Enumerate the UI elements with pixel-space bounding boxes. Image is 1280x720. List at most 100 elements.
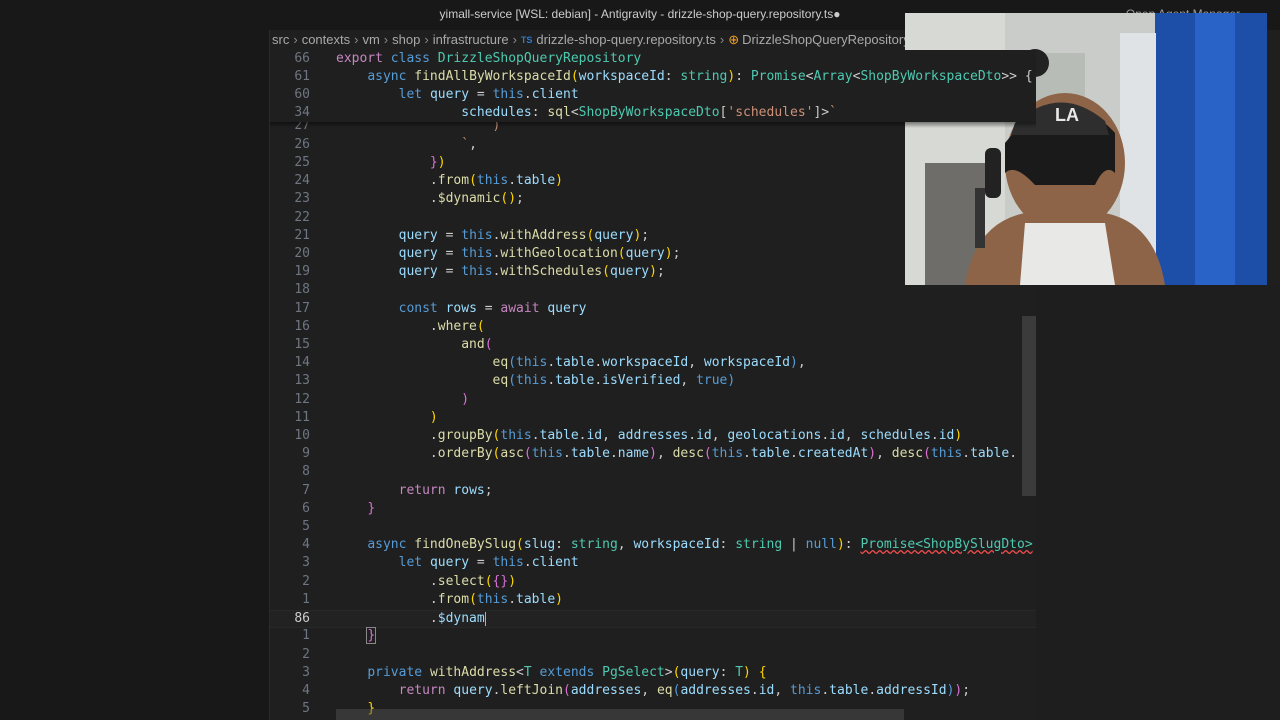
code-row[interactable]: 3 private withAddress<T extends PgSelect…	[270, 664, 1036, 682]
sticky-scroll-line[interactable]: 61 async findAllByWorkspaceId(workspaceI…	[270, 68, 1036, 86]
breadcrumb-item-file[interactable]: drizzle-shop-query.repository.ts	[536, 30, 715, 50]
code-line: let query = this.client	[398, 87, 579, 102]
breadcrumb-item-contexts[interactable]: contexts	[302, 30, 350, 50]
chevron-right-icon: ›	[293, 32, 298, 47]
code-line: export class DrizzleShopQueryRepository	[336, 51, 642, 66]
code-line: async findAllByWorkspaceId(workspaceId: …	[367, 69, 1033, 84]
breadcrumb-item-shop[interactable]: shop	[392, 30, 420, 50]
line-number: 34	[294, 105, 310, 120]
line-number: 5	[302, 519, 310, 534]
code-line: and(	[461, 337, 493, 352]
line-number: 66	[294, 51, 310, 66]
code-line: query = this.withSchedules(query);	[398, 264, 665, 279]
line-number: 2	[302, 574, 310, 589]
breadcrumb-item-src[interactable]: src	[272, 30, 289, 50]
code-line: eq(this.table.workspaceId, workspaceId),	[492, 355, 806, 370]
line-number: 12	[294, 392, 310, 407]
code-row[interactable]: 6 }	[270, 500, 1036, 518]
text-cursor	[484, 611, 486, 626]
horizontal-scrollbar[interactable]	[336, 709, 904, 720]
chevron-right-icon: ›	[424, 32, 429, 47]
code-line: .from(this.table)	[336, 592, 563, 607]
svg-text:LA: LA	[1055, 105, 1079, 125]
code-row[interactable]: 4 return query.leftJoin(addresses, eq(ad…	[270, 682, 1036, 700]
code-row[interactable]: 8	[270, 463, 1036, 481]
code-line: private withAddress<T extends PgSelect>(…	[367, 665, 767, 680]
sticky-scroll-line[interactable]: 34 schedules: sql<ShopByWorkspaceDto['sc…	[270, 104, 1036, 122]
line-number: 23	[294, 191, 310, 206]
code-row[interactable]: 2	[270, 646, 1036, 664]
current-line[interactable]: 86 .$dynam	[270, 610, 1036, 628]
code-line: .orderBy(asc(this.table.name), desc(this…	[336, 446, 1018, 461]
code-line: )	[429, 410, 438, 425]
code-line: eq(this.table.isVerified, true)	[492, 373, 736, 388]
code-line: let query = this.client	[398, 555, 579, 570]
code-row[interactable]: 2 .select({})	[270, 573, 1036, 591]
code-line: .from(this.table)	[336, 173, 563, 188]
code-row[interactable]: 4 async findOneBySlug(slug: string, work…	[270, 536, 1036, 554]
code-line: const rows = await query	[398, 301, 587, 316]
line-number: 17	[294, 301, 310, 316]
code-row[interactable]: 16 .where(	[270, 318, 1036, 336]
line-number: 25	[294, 155, 310, 170]
secondary-panel	[1036, 285, 1280, 720]
line-number: 11	[294, 410, 310, 425]
line-number: 2	[302, 647, 310, 662]
line-number: 1	[302, 592, 310, 607]
typescript-file-icon: TS	[520, 35, 533, 45]
chevron-right-icon: ›	[383, 32, 389, 47]
code-line: `,	[461, 137, 477, 152]
code-row[interactable]: 1 .from(this.table)	[270, 591, 1036, 609]
vertical-scrollbar[interactable]	[1022, 316, 1036, 496]
breadcrumb-item-infrastructure[interactable]: infrastructure	[433, 30, 509, 50]
line-number: 6	[302, 501, 310, 516]
code-row[interactable]: 11 )	[270, 409, 1036, 427]
line-number: 22	[294, 210, 310, 225]
line-number: 20	[294, 246, 310, 261]
line-number: 26	[294, 137, 310, 152]
line-number: 4	[302, 537, 310, 552]
code-line: query = this.withAddress(query);	[398, 228, 650, 243]
code-line: )	[461, 392, 470, 407]
code-line: .select({})	[336, 574, 517, 589]
code-row[interactable]: 13 eq(this.table.isVerified, true)	[270, 372, 1036, 390]
code-row[interactable]: 15 and(	[270, 336, 1036, 354]
code-row[interactable]: 17 const rows = await query	[270, 300, 1036, 318]
code-line: }	[367, 501, 376, 516]
code-line: query = this.withGeolocation(query);	[398, 246, 681, 261]
code-row[interactable]: 9 .orderBy(asc(this.table.name), desc(th…	[270, 445, 1036, 463]
line-number: 86	[294, 611, 310, 626]
code-line: .groupBy(this.table.id, addresses.id, ge…	[336, 428, 963, 443]
code-row[interactable]: 12 )	[270, 391, 1036, 409]
line-number: 3	[302, 665, 310, 680]
line-number: 13	[294, 373, 310, 388]
line-number: 61	[294, 69, 310, 84]
line-number: 1	[302, 628, 310, 643]
line-number: 24	[294, 173, 310, 188]
code-line: return rows;	[398, 483, 493, 498]
line-number: 8	[302, 464, 310, 479]
line-number: 10	[294, 428, 310, 443]
line-number: 60	[294, 87, 310, 102]
code-line: .where(	[336, 319, 485, 334]
sticky-scroll-shadow	[270, 122, 1036, 128]
code-row[interactable]: 14 eq(this.table.workspaceId, workspaceI…	[270, 354, 1036, 372]
code-row[interactable]: 3 let query = this.client	[270, 554, 1036, 572]
code-line: })	[429, 155, 446, 170]
line-number: 5	[302, 701, 310, 716]
code-line: .$dynamic();	[336, 191, 524, 206]
breadcrumb-item-vm[interactable]: vm	[362, 30, 379, 50]
code-line: return query.leftJoin(addresses, eq(addr…	[398, 683, 971, 698]
chevron-right-icon: ›	[719, 32, 725, 47]
breadcrumb-item-symbol[interactable]: DrizzleShopQueryRepository	[742, 30, 910, 50]
class-symbol-icon: ⊕	[728, 32, 740, 47]
sticky-scroll-line[interactable]: 60 let query = this.client	[270, 86, 1036, 104]
code-row[interactable]: 5	[270, 518, 1036, 536]
code-row[interactable]: 10 .groupBy(this.table.id, addresses.id,…	[270, 427, 1036, 445]
code-line: }	[366, 627, 377, 644]
sticky-scroll-line[interactable]: 66 export class DrizzleShopQueryRepositor…	[270, 50, 1036, 68]
code-row[interactable]: 7 return rows;	[270, 482, 1036, 500]
code-line: schedules: sql<ShopByWorkspaceDto['sched…	[461, 105, 837, 120]
line-number: 3	[302, 555, 310, 570]
code-row[interactable]: 1 }	[270, 627, 1036, 645]
